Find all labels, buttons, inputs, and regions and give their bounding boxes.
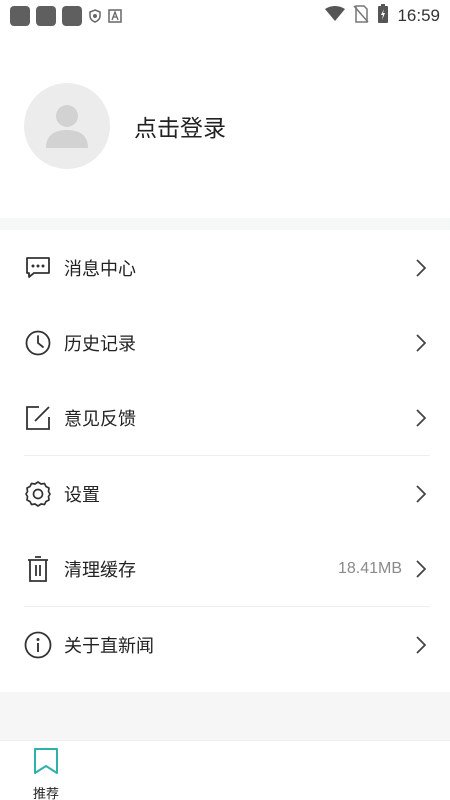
menu-item-label: 清理缓存 (64, 559, 136, 581)
a-box-icon (108, 9, 122, 23)
info-icon (24, 631, 52, 659)
status-time: 16:59 (397, 6, 440, 25)
profile-header[interactable]: 点击登录 (0, 32, 450, 220)
battery-charging-icon (377, 4, 389, 28)
menu-item-clear-cache[interactable]: 清理缓存 18.41MB (0, 531, 450, 606)
chevron-right-icon (414, 333, 428, 353)
shield-icon (88, 9, 102, 23)
message-icon (24, 254, 52, 282)
login-prompt[interactable]: 点击登录 (134, 109, 226, 143)
menu-item-settings[interactable]: 设置 (0, 456, 450, 531)
clock-icon (24, 329, 52, 357)
trash-icon (24, 555, 52, 583)
status-left-icons (10, 6, 122, 26)
app-icon (10, 6, 30, 26)
chevron-right-icon (414, 258, 428, 278)
tab-recommend[interactable]: 推荐 (18, 747, 74, 800)
user-avatar-icon[interactable] (24, 83, 110, 169)
tab-label: 推荐 (32, 787, 59, 800)
chevron-right-icon (414, 635, 428, 655)
no-sim-icon (353, 5, 370, 27)
status-bar: 16:59 (0, 0, 450, 32)
wifi-icon (325, 6, 346, 26)
chevron-right-icon (414, 484, 428, 504)
menu-item-label: 设置 (64, 484, 100, 506)
menu-item-messages[interactable]: 消息中心 (0, 230, 450, 305)
settings-menu: 消息中心 历史记录 意见反馈 设置 清理缓存 18.41MB 关于直新闻 (0, 230, 450, 682)
app-icon (62, 6, 82, 26)
app-icon (36, 6, 56, 26)
section-divider (0, 218, 450, 230)
bookmark-icon (33, 747, 59, 779)
menu-item-label: 消息中心 (64, 258, 136, 280)
menu-item-label: 关于直新闻 (64, 635, 154, 657)
bottom-tab-bar: 推荐 (0, 740, 450, 800)
status-right-icons: 16:59 (325, 4, 440, 28)
chevron-right-icon (414, 408, 428, 428)
menu-item-label: 意见反馈 (64, 408, 136, 430)
edit-icon (24, 404, 52, 432)
cache-size: 18.41MB (337, 559, 402, 577)
menu-item-label: 历史记录 (64, 333, 136, 355)
menu-item-feedback[interactable]: 意见反馈 (0, 380, 450, 455)
page-background-strip (0, 692, 450, 740)
menu-item-history[interactable]: 历史记录 (0, 305, 450, 380)
chevron-right-icon (414, 559, 428, 579)
gear-icon (24, 480, 52, 508)
menu-item-about[interactable]: 关于直新闻 (0, 607, 450, 682)
